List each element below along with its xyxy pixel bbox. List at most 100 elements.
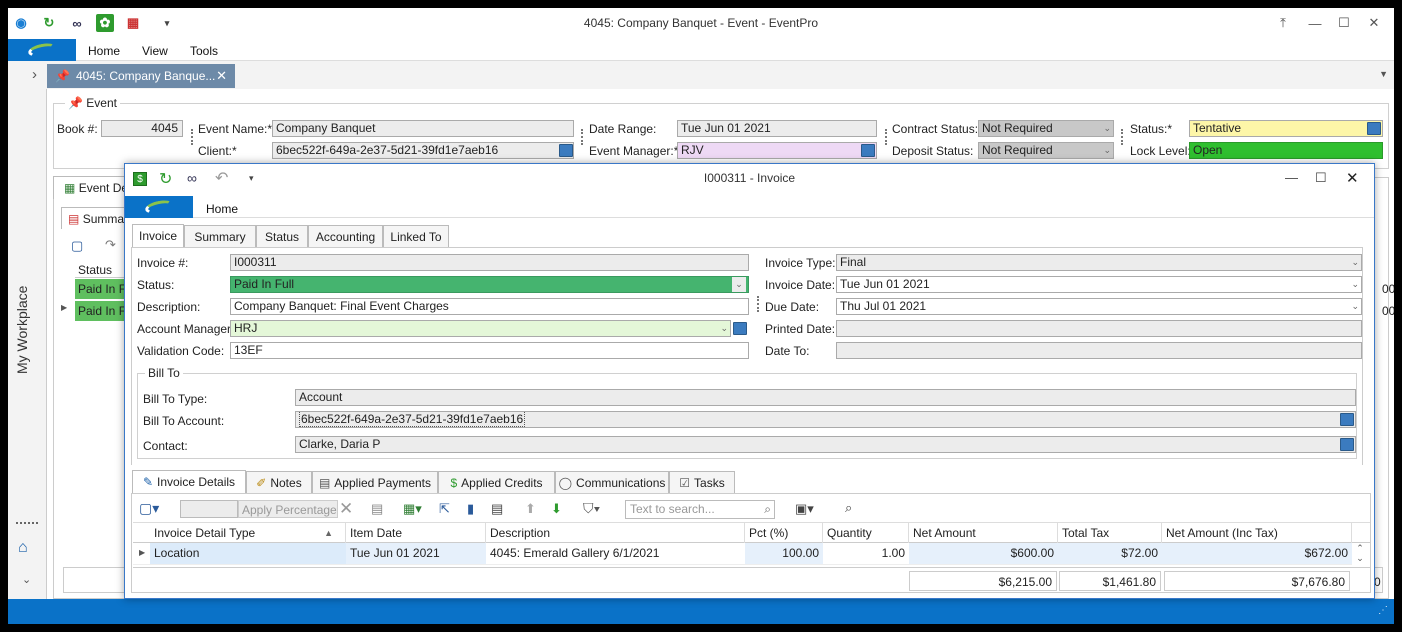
- tab-notes[interactable]: ✐ Notes: [246, 471, 312, 493]
- contact-field[interactable]: Clarke, Daria P: [295, 436, 1356, 453]
- chevron-down-icon[interactable]: ⌄: [22, 573, 31, 586]
- date-range-field[interactable]: Tue Jun 01 2021: [677, 120, 877, 137]
- cell-pct[interactable]: 100.00: [745, 543, 823, 564]
- tab-communications[interactable]: ◯ Communications: [555, 471, 669, 493]
- save-icon[interactable]: ▣▾: [795, 501, 814, 517]
- client-lookup-icon[interactable]: [559, 144, 573, 157]
- dialog-ribbon-tab-home[interactable]: Home: [206, 202, 238, 216]
- ribbon-tab-home[interactable]: Home: [88, 44, 120, 58]
- column-header-net-amount-inc-tax[interactable]: Net Amount (Inc Tax): [1162, 523, 1352, 543]
- tab-tasks[interactable]: ☑ Tasks: [669, 471, 735, 493]
- contact-lookup-icon[interactable]: [1340, 438, 1354, 451]
- search-icon[interactable]: ⌕: [764, 502, 771, 517]
- ribbon-tab-view[interactable]: View: [142, 44, 168, 58]
- validation-code-field[interactable]: 13EF: [230, 342, 749, 359]
- close-button[interactable]: ✕: [1363, 14, 1385, 32]
- apply-percentage-button[interactable]: Apply Percentage: [238, 500, 338, 518]
- bill-to-account-field[interactable]: 6bec522f-649a-2e37-5d21-39fd1e7aeb16: [295, 411, 1356, 428]
- cell-description[interactable]: 4045: Emerald Gallery 6/1/2021: [486, 543, 745, 564]
- application-menu-button[interactable]: [8, 39, 76, 61]
- date-to-field[interactable]: [836, 342, 1362, 359]
- sidebar-title[interactable]: My Workplace: [14, 264, 30, 374]
- restore-layout-icon[interactable]: ⤒: [1272, 14, 1294, 32]
- home-icon[interactable]: ⌂: [18, 539, 28, 557]
- splitter[interactable]: [1121, 129, 1123, 145]
- tab-applied-credits[interactable]: $ Applied Credits: [438, 471, 555, 493]
- due-date-picker[interactable]: Thu Jul 01 2021 ⌄: [836, 298, 1362, 315]
- cell-item-date[interactable]: Tue Jun 01 2021: [346, 543, 486, 564]
- cell-net-amount[interactable]: $600.00: [909, 543, 1058, 564]
- contract-status-select[interactable]: Not Required ⌄: [978, 120, 1114, 137]
- deposit-status-select[interactable]: Not Required ⌄: [978, 142, 1114, 159]
- export-icon[interactable]: ⇱: [439, 501, 450, 517]
- dialog-application-menu-button[interactable]: [125, 196, 193, 218]
- list-icon[interactable]: ▤: [491, 501, 503, 517]
- minimize-button[interactable]: —: [1304, 14, 1326, 32]
- percentage-spinner[interactable]: [180, 500, 238, 518]
- tab-summary[interactable]: ▤ Summar: [61, 207, 131, 229]
- invoice-date-picker[interactable]: Tue Jun 01 2021 ⌄: [836, 276, 1362, 293]
- tab-applied-payments[interactable]: ▤ Applied Payments: [312, 471, 438, 493]
- move-down-icon[interactable]: ⬇: [551, 501, 562, 517]
- cell-detail-type[interactable]: Location: [150, 543, 346, 564]
- new-icon[interactable]: ▢: [71, 238, 83, 254]
- bill-to-type-field[interactable]: Account: [295, 389, 1356, 406]
- book-number-field[interactable]: 4045: [101, 120, 183, 137]
- account-manager-lookup-icon[interactable]: [733, 322, 747, 335]
- column-header-detail-type[interactable]: Invoice Detail Type ▲: [150, 523, 346, 543]
- account-manager-select[interactable]: HRJ ⌄: [230, 320, 731, 337]
- tab-status[interactable]: Status: [256, 225, 308, 247]
- move-up-icon[interactable]: ⬆: [525, 501, 536, 517]
- bill-to-account-lookup-icon[interactable]: [1340, 413, 1354, 426]
- event-manager-lookup-icon[interactable]: [861, 144, 875, 157]
- filter-icon[interactable]: ⛉▾: [583, 500, 600, 517]
- document-tab-event[interactable]: 📌 4045: Company Banque... ✕: [47, 64, 235, 88]
- lock-level-field[interactable]: Open: [1189, 142, 1383, 159]
- splitter[interactable]: [191, 129, 193, 145]
- document-icon[interactable]: ▮: [467, 501, 474, 517]
- event-manager-field[interactable]: RJV: [677, 142, 877, 159]
- sidebar-grip[interactable]: [16, 522, 38, 524]
- splitter[interactable]: [885, 129, 887, 145]
- column-header-description[interactable]: Description: [486, 523, 745, 543]
- splitter[interactable]: [581, 129, 583, 145]
- grid-scrollbar[interactable]: ⌃ ⌄: [1352, 543, 1368, 565]
- new-detail-icon[interactable]: ▢▾: [139, 500, 159, 517]
- dialog-maximize-button[interactable]: ☐: [1315, 170, 1327, 186]
- delete-icon[interactable]: ✕: [339, 499, 353, 519]
- row-expand-icon[interactable]: ▶: [61, 303, 67, 312]
- grid-add-icon[interactable]: ▦▾: [403, 501, 422, 517]
- cell-quantity[interactable]: 1.00: [823, 543, 909, 564]
- column-header-total-tax[interactable]: Total Tax: [1058, 523, 1162, 543]
- column-header-net-amount[interactable]: Net Amount: [909, 523, 1058, 543]
- client-field[interactable]: 6bec522f-649a-2e37-5d21-39fd1e7aeb16: [272, 142, 574, 159]
- copy-icon[interactable]: ▤: [371, 501, 383, 517]
- tab-accounting[interactable]: Accounting: [308, 225, 383, 247]
- column-header-quantity[interactable]: Quantity: [823, 523, 909, 543]
- expand-nav-icon[interactable]: ›: [32, 66, 37, 83]
- invoice-type-select[interactable]: Final ⌄: [836, 254, 1362, 271]
- tab-list-dropdown-icon[interactable]: ▼: [1379, 69, 1388, 79]
- table-row[interactable]: ▶ Location Tue Jun 01 2021 4045: Emerald…: [133, 543, 1352, 565]
- description-field[interactable]: Company Banquet: Final Event Charges: [230, 298, 749, 315]
- resize-grip-icon[interactable]: ⋰: [1378, 605, 1388, 616]
- status-field[interactable]: Tentative: [1189, 120, 1383, 137]
- redo-icon[interactable]: ↷: [105, 237, 116, 253]
- close-tab-icon[interactable]: ✕: [216, 68, 227, 84]
- column-header-pct[interactable]: Pct (%): [745, 523, 823, 543]
- maximize-button[interactable]: ☐: [1333, 14, 1355, 32]
- dialog-close-button[interactable]: ✕: [1346, 169, 1359, 187]
- event-name-field[interactable]: Company Banquet: [272, 120, 574, 137]
- dialog-minimize-button[interactable]: —: [1285, 170, 1298, 185]
- printed-date-field[interactable]: [836, 320, 1362, 337]
- preview-icon[interactable]: ⌕: [845, 500, 852, 516]
- splitter[interactable]: [757, 296, 759, 312]
- tab-invoice-details[interactable]: ✎ Invoice Details: [132, 470, 246, 493]
- tab-invoice[interactable]: Invoice: [132, 224, 184, 247]
- invoice-number-field[interactable]: I000311: [230, 254, 749, 271]
- cell-total-tax[interactable]: $72.00: [1058, 543, 1162, 564]
- tab-summary[interactable]: Summary: [184, 225, 256, 247]
- status-lookup-icon[interactable]: [1367, 122, 1381, 135]
- ribbon-tab-tools[interactable]: Tools: [190, 44, 218, 58]
- cell-net-amount-inc-tax[interactable]: $672.00: [1162, 543, 1352, 564]
